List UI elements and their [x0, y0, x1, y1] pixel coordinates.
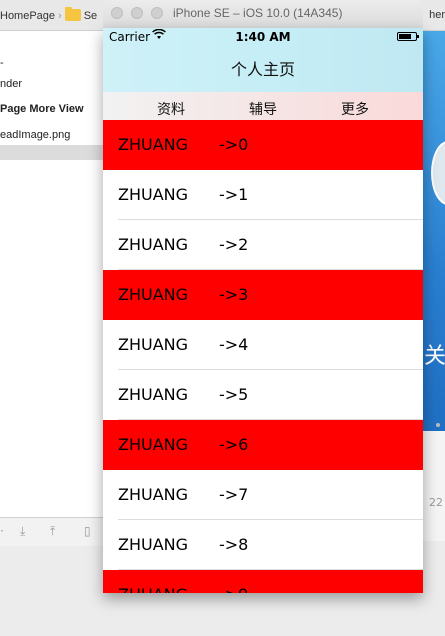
project-navigator: - nder Page More View eadImage.png — [0, 31, 104, 541]
table-row[interactable]: ZHUANG ->0 — [103, 120, 423, 170]
row-index: ->4 — [219, 335, 249, 354]
simulator-title: iPhone SE – iOS 10.0 (14A345) — [173, 6, 343, 20]
status-time: 1:40 AM — [235, 30, 291, 44]
chevron-right-icon: › — [58, 10, 62, 22]
breadcrumb-folder[interactable]: Se — [84, 10, 97, 22]
table-row[interactable]: ZHUANG ->7 — [103, 470, 423, 520]
folder-icon — [64, 7, 81, 21]
table-row[interactable]: ZHUANG ->9 — [103, 570, 423, 593]
page-title: 个人主页 — [230, 60, 295, 79]
row-index: ->8 — [219, 535, 249, 554]
table-row[interactable]: ZHUANG ->5 — [103, 370, 423, 420]
row-index: ->1 — [219, 185, 249, 204]
row-index: ->7 — [219, 485, 249, 504]
row-name: ZHUANG — [118, 585, 188, 593]
navigator-item-more-view[interactable]: Page More View — [0, 103, 84, 115]
row-name: ZHUANG — [118, 485, 189, 504]
table-row[interactable]: ZHUANG ->3 — [103, 270, 423, 320]
breadcrumb-right[interactable]: her — [429, 9, 445, 21]
row-name: ZHUANG — [118, 235, 189, 254]
status-bar: Carrier 1:40 AM — [103, 28, 423, 48]
table-row[interactable]: ZHUANG ->6 — [103, 420, 423, 470]
iphone-screen: Carrier 1:40 AM 个人主页 资料 辅导 更多 ZHUANG ->0 Z… — [103, 28, 423, 593]
battery-icon — [397, 32, 419, 41]
row-name: ZHUANG — [118, 385, 189, 404]
row-index: ->3 — [219, 285, 249, 304]
table-row[interactable]: ZHUANG ->8 — [103, 520, 423, 570]
row-index: ->2 — [219, 235, 249, 254]
navigator-selected-row[interactable] — [0, 145, 104, 160]
upload-icon[interactable]: ⤒ — [50, 524, 55, 539]
row-index: ->5 — [219, 385, 249, 404]
row-index: ->0 — [219, 135, 249, 154]
row-name: ZHUANG — [118, 335, 189, 354]
row-name: ZHUANG — [118, 435, 189, 454]
chat-bubble-icon — [431, 141, 445, 205]
page-dot-icon — [436, 423, 440, 427]
row-name: ZHUANG — [118, 185, 189, 204]
navigator-item[interactable]: nder — [0, 78, 22, 90]
close-window-button[interactable] — [111, 7, 123, 19]
panel-icon[interactable]: ▯ — [84, 524, 91, 538]
background-panel — [423, 423, 445, 541]
breadcrumb-homepage[interactable]: HomePage — [0, 10, 55, 22]
background-image-preview: 关 — [423, 31, 445, 431]
row-name: ZHUANG — [118, 135, 189, 154]
row-index: ->6 — [219, 435, 249, 454]
table-row[interactable]: ZHUANG ->4 — [103, 320, 423, 370]
navigator-item-image[interactable]: eadImage.png — [0, 125, 104, 145]
navigation-bar: Carrier 1:40 AM 个人主页 — [103, 28, 423, 92]
navigator-dash: - — [0, 57, 4, 69]
minimize-window-button[interactable] — [131, 7, 143, 19]
row-name: ZHUANG — [118, 535, 189, 554]
preview-glyph: 关 — [424, 344, 445, 369]
table-row[interactable]: ZHUANG ->2 — [103, 220, 423, 270]
zoom-window-button[interactable] — [151, 7, 163, 19]
row-index: ->9 — [219, 585, 248, 593]
filter-icon[interactable]: · — [0, 524, 4, 538]
table-row[interactable]: ZHUANG ->1 — [103, 170, 423, 220]
row-name: ZHUANG — [118, 285, 189, 304]
simulator-titlebar: iPhone SE – iOS 10.0 (14A345) — [103, 0, 423, 28]
download-icon[interactable]: ⤓ — [20, 524, 25, 539]
background-number: 22 — [429, 496, 443, 509]
breadcrumb[interactable]: HomePage › Se — [0, 7, 97, 22]
navigator-bottom-bar: · ⤓ ⤒ ▯ — [0, 517, 104, 546]
